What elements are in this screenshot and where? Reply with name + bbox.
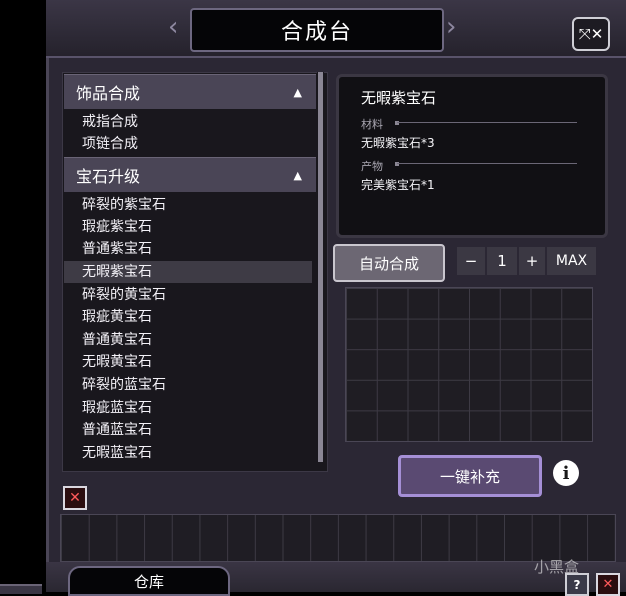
list-item[interactable]: 戒指合成 <box>64 111 312 133</box>
title-right-ornament: › <box>446 12 457 42</box>
list-item-label: 碎裂的黄宝石 <box>82 287 166 303</box>
close-window-button[interactable]: ⤧✕ <box>572 17 610 51</box>
window-title-text: 合成台 <box>280 20 353 45</box>
material-slot-grid[interactable] <box>345 287 593 442</box>
divider <box>397 122 577 123</box>
scrollbar-thumb[interactable] <box>318 72 323 462</box>
close-list-button[interactable]: ✕ <box>63 486 87 510</box>
info-icon[interactable]: i <box>553 460 579 486</box>
collapse-arrow-icon: ▲ <box>293 168 302 182</box>
minus-icon: − <box>464 252 478 270</box>
close-icon: ✕ <box>602 577 614 592</box>
max-quantity-button[interactable]: MAX <box>547 247 596 275</box>
list-item-label: 普通紫宝石 <box>82 241 152 257</box>
side-button[interactable] <box>0 584 42 594</box>
auto-fill-button[interactable]: 一键补充 <box>398 455 542 497</box>
help-button[interactable]: ? <box>565 573 589 596</box>
list-item[interactable]: 碎裂的紫宝石 <box>64 194 312 216</box>
auto-craft-button[interactable]: 自动合成 <box>333 244 445 282</box>
list-item-label: 瑕疵蓝宝石 <box>82 400 152 416</box>
category-header-gem-upgrade[interactable]: 宝石升级 ▲ <box>64 157 316 192</box>
list-item[interactable]: 瑕疵紫宝石 <box>64 216 312 238</box>
list-item-label: 瑕疵黄宝石 <box>82 309 152 325</box>
materials-value: 无暇紫宝石*3 <box>361 136 435 150</box>
divider <box>397 163 577 164</box>
quantity-field[interactable]: 1 <box>487 247 517 275</box>
product-value: 完美紫宝石*1 <box>361 178 435 192</box>
tab-warehouse-label: 仓库 <box>133 572 164 591</box>
list-item[interactable]: 瑕疵黄宝石 <box>64 306 312 328</box>
info-glyph: i <box>562 462 570 484</box>
recipe-info-box: 无暇紫宝石 材料 无暇紫宝石*3 产物 完美紫宝石*1 <box>336 74 608 238</box>
list-item-label: 无暇蓝宝石 <box>82 445 152 461</box>
list-item[interactable]: 无暇蓝宝石 <box>64 442 312 464</box>
close-bottom-button[interactable]: ✕ <box>596 573 620 596</box>
category-label: 宝石升级 <box>76 167 141 186</box>
list-item-label: 无暇黄宝石 <box>82 354 152 370</box>
decrease-quantity-button[interactable]: − <box>457 247 485 275</box>
list-item[interactable]: 瑕疵蓝宝石 <box>64 397 312 419</box>
increase-quantity-button[interactable]: + <box>519 247 545 275</box>
auto-craft-label: 自动合成 <box>358 254 419 273</box>
list-item[interactable]: 普通黄宝石 <box>64 329 312 351</box>
title-left-ornament: ‹ <box>168 12 179 42</box>
list-item-label: 普通黄宝石 <box>82 332 152 348</box>
list-item-selected[interactable]: 无暇紫宝石 <box>64 261 312 283</box>
list-item-label: 普通蓝宝石 <box>82 422 152 438</box>
inventory-quickbar[interactable] <box>60 514 616 562</box>
materials-label: 材料 <box>361 118 383 131</box>
list-item-label: 项链合成 <box>82 136 138 152</box>
window-title: 合成台 <box>190 8 444 52</box>
quantity-value: 1 <box>497 252 507 270</box>
list-item-label: 无暇紫宝石 <box>82 264 152 280</box>
recipe-title: 无暇紫宝石 <box>361 89 437 107</box>
auto-fill-label: 一键补充 <box>439 467 500 486</box>
list-item[interactable]: 碎裂的黄宝石 <box>64 284 312 306</box>
close-icon: ✕ <box>69 490 81 506</box>
category-header-accessory[interactable]: 饰品合成 ▲ <box>64 74 316 109</box>
list-item-label: 碎裂的蓝宝石 <box>82 377 166 393</box>
collapse-arrow-icon: ▲ <box>293 85 302 99</box>
expand-close-icon: ⤧✕ <box>578 25 604 43</box>
list-item-label: 瑕疵紫宝石 <box>82 219 152 235</box>
list-item-label: 戒指合成 <box>82 114 138 130</box>
product-label: 产物 <box>361 160 383 173</box>
list-item-label: 碎裂的紫宝石 <box>82 197 166 213</box>
max-label: MAX <box>555 253 588 269</box>
list-item[interactable]: 普通紫宝石 <box>64 238 312 260</box>
category-label: 饰品合成 <box>76 84 141 103</box>
help-icon: ? <box>573 577 581 592</box>
plus-icon: + <box>525 252 539 270</box>
list-item[interactable]: 无暇黄宝石 <box>64 351 312 373</box>
list-item[interactable]: 普通蓝宝石 <box>64 419 312 441</box>
list-item[interactable]: 项链合成 <box>64 133 312 155</box>
list-item[interactable]: 碎裂的蓝宝石 <box>64 374 312 396</box>
